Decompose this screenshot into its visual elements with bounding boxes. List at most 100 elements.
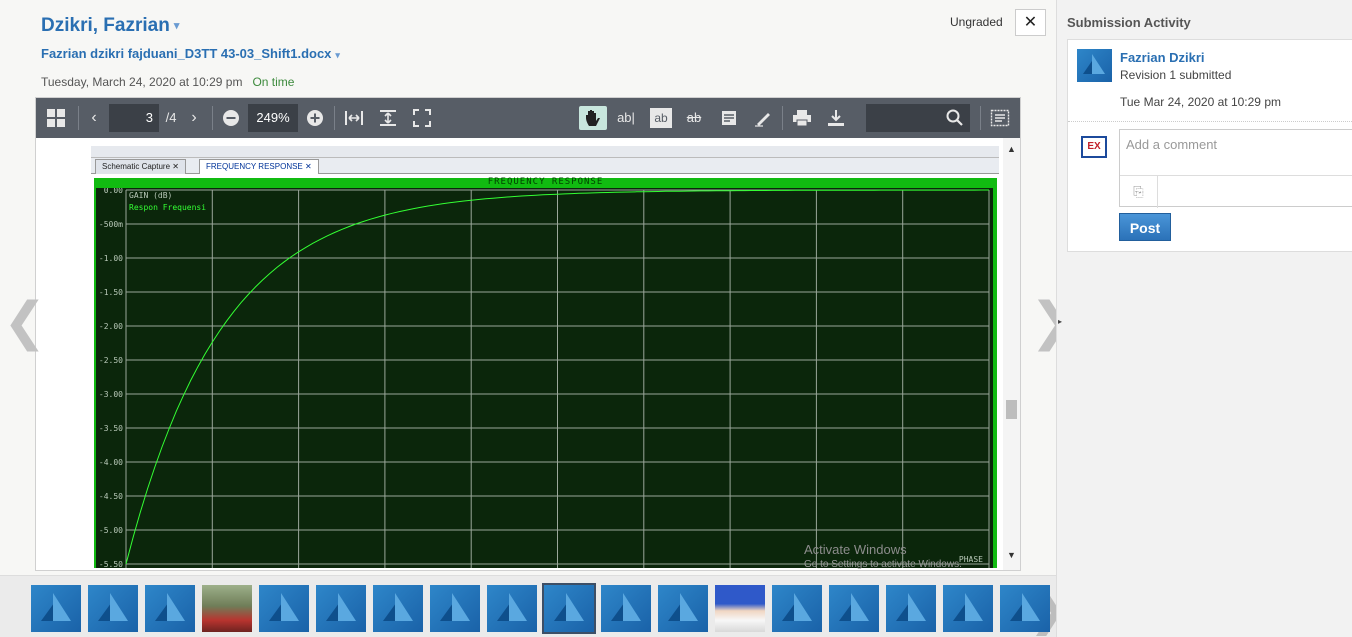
submission-activity-sidebar: ▸ Submission Activity Fazrian Dzikri Rev… <box>1056 0 1352 637</box>
on-time-badge: On time <box>252 75 295 89</box>
strikethrough-icon[interactable]: ab <box>683 106 705 130</box>
student-name-dropdown[interactable]: Dzikri, Fazrian ▾ <box>41 15 179 37</box>
viewer-toolbar: ‹ 3 /4 › 249% ab| ab ab <box>36 98 1020 138</box>
page-thumbnail[interactable] <box>88 585 138 632</box>
y-tick-label: 0.00 <box>104 188 123 195</box>
tab-label: Schematic Capture <box>102 162 171 171</box>
activity-box: Fazrian Dzikri Revision 1 submitted Tue … <box>1067 39 1352 252</box>
activity-user-name[interactable]: Fazrian Dzikri <box>1120 50 1205 65</box>
close-button[interactable]: ✕ <box>1015 9 1046 36</box>
zoom-level-input[interactable]: 249% <box>248 104 298 132</box>
plot-area: 0.00 -500m -1.00 -1.50 -2.00 -2.50 -3.00 -3.50 -… <box>96 188 993 568</box>
collapse-sidebar-icon[interactable]: ▸ <box>1058 317 1062 326</box>
page-thumbnail[interactable] <box>658 585 708 632</box>
y-tick-label: -4.00 <box>99 458 123 467</box>
comment-box[interactable]: Add a comment ⎘ <box>1119 129 1352 208</box>
attachment-icon[interactable]: ⎘ <box>1120 175 1158 208</box>
note-icon[interactable] <box>718 106 740 130</box>
page-thumbnail[interactable] <box>601 585 651 632</box>
submitted-date-text: Tuesday, March 24, 2020 at 10:29 pm <box>41 75 243 89</box>
grade-status: Ungraded <box>950 15 1003 29</box>
activity-time: Tue Mar 24, 2020 at 10:29 pm <box>1120 95 1281 109</box>
document-page[interactable]: Schematic Capture ✕ FREQUENCY RESPONSE ✕… <box>36 138 1020 570</box>
highlight-text-icon[interactable]: ab <box>650 108 672 128</box>
prev-page-icon[interactable]: ‹ <box>84 106 104 130</box>
activate-windows-watermark: Activate Windows <box>804 542 907 557</box>
frequency-response-graph: FREQUENCY RESPONSE 0.00 -500m -1.00 -1.50 -2… <box>94 178 997 568</box>
page-thumbnail[interactable] <box>259 585 309 632</box>
page-thumbnail[interactable] <box>772 585 822 632</box>
avatar <box>1077 49 1112 82</box>
comment-toolbar-divider <box>1158 175 1352 176</box>
page-thumbnail[interactable] <box>316 585 366 632</box>
pan-icon[interactable] <box>579 106 607 130</box>
tab-frequency-response[interactable]: FREQUENCY RESPONSE ✕ <box>199 159 319 174</box>
next-page-icon[interactable]: › <box>184 106 204 130</box>
graph-title: FREQUENCY RESPONSE <box>487 177 604 187</box>
fullscreen-icon[interactable] <box>410 106 434 130</box>
file-name: Fazrian dzikri fajduani_D3TT 43-03_Shift… <box>41 46 332 61</box>
page-thumbnail[interactable] <box>1000 585 1050 632</box>
y-tick-label: -3.50 <box>99 424 123 433</box>
fit-height-icon[interactable] <box>376 106 400 130</box>
toolbar-divider <box>212 106 213 130</box>
y-tick-label: -4.50 <box>99 492 123 501</box>
activity-status: Revision 1 submitted <box>1120 68 1232 82</box>
download-icon[interactable] <box>824 106 848 130</box>
app-menu-strip <box>91 146 999 158</box>
document-viewer: ‹ 3 /4 › 249% ab| ab ab Schematic Captur… <box>35 97 1021 571</box>
page-thumbnail[interactable] <box>829 585 879 632</box>
y-tick-label: -500m <box>99 220 123 229</box>
print-icon[interactable] <box>790 106 814 130</box>
scroll-up-icon[interactable]: ▲ <box>1007 144 1016 154</box>
page-thumbnail[interactable] <box>145 585 195 632</box>
comment-placeholder: Add a comment <box>1126 137 1218 152</box>
text-select-icon[interactable]: ab| <box>614 106 638 130</box>
toolbar-divider <box>334 106 335 130</box>
page-thumbnail[interactable] <box>31 585 81 632</box>
toolbar-divider <box>782 106 783 130</box>
grading-main-panel: Dzikri, Fazrian ▾ Fazrian dzikri fajduani… <box>0 0 1074 637</box>
vertical-scrollbar[interactable]: ▲ ▼ <box>1003 138 1020 570</box>
zoom-in-icon[interactable] <box>304 106 326 130</box>
page-thumbnail[interactable] <box>430 585 480 632</box>
divider <box>1068 121 1352 122</box>
institution-logo: EX <box>1080 130 1110 164</box>
tab-label: FREQUENCY RESPONSE <box>206 162 303 171</box>
page-thumbnail[interactable] <box>943 585 993 632</box>
thumbnails-icon[interactable] <box>44 106 68 130</box>
page-thumbnail[interactable] <box>715 585 765 632</box>
page-number-input[interactable]: 3 <box>109 104 159 132</box>
y-tick-label: -5.50 <box>99 560 123 568</box>
search-icon[interactable] <box>944 106 966 130</box>
y-tick-label: -5.00 <box>99 526 123 535</box>
gain-axis-label: GAIN (dB) <box>129 191 172 200</box>
tab-schematic-capture[interactable]: Schematic Capture ✕ <box>95 159 186 174</box>
y-tick-label: -3.00 <box>99 390 123 399</box>
annotations-panel-icon[interactable] <box>988 106 1012 130</box>
file-name-dropdown[interactable]: Fazrian dzikri fajduani_D3TT 43-03_Shift… <box>41 46 340 61</box>
y-tick-label: -2.00 <box>99 322 123 331</box>
plot-svg: 0.00 -500m -1.00 -1.50 -2.00 -2.50 -3.00 -3.50 -… <box>99 188 990 568</box>
page-thumbnail[interactable] <box>373 585 423 632</box>
fit-width-icon[interactable] <box>342 106 366 130</box>
activate-windows-subtext: Go to Settings to activate Windows. <box>804 559 962 570</box>
submission-date: Tuesday, March 24, 2020 at 10:29 pm On ti… <box>41 75 294 89</box>
window-tabs: Schematic Capture ✕ FREQUENCY RESPONSE ✕ <box>91 158 999 174</box>
page-thumbnail[interactable] <box>542 583 596 634</box>
y-tick-label: -1.00 <box>99 254 123 263</box>
post-button[interactable]: Post <box>1119 213 1171 241</box>
page-thumbnail[interactable] <box>487 585 537 632</box>
zoom-out-icon[interactable] <box>220 106 242 130</box>
scroll-down-icon[interactable]: ▼ <box>1007 550 1016 560</box>
scroll-thumb[interactable] <box>1006 400 1017 419</box>
draw-icon[interactable] <box>752 106 774 130</box>
page-thumbnail[interactable] <box>202 585 252 632</box>
prev-submission-icon[interactable]: ❮ <box>3 292 47 352</box>
phase-axis-label: PHASE <box>959 555 983 564</box>
toolbar-divider <box>980 106 981 130</box>
caret-down-icon: ▾ <box>335 50 340 60</box>
page-thumbnail[interactable] <box>886 585 936 632</box>
caret-down-icon: ▾ <box>173 20 180 33</box>
student-name: Dzikri, Fazrian <box>41 15 170 36</box>
